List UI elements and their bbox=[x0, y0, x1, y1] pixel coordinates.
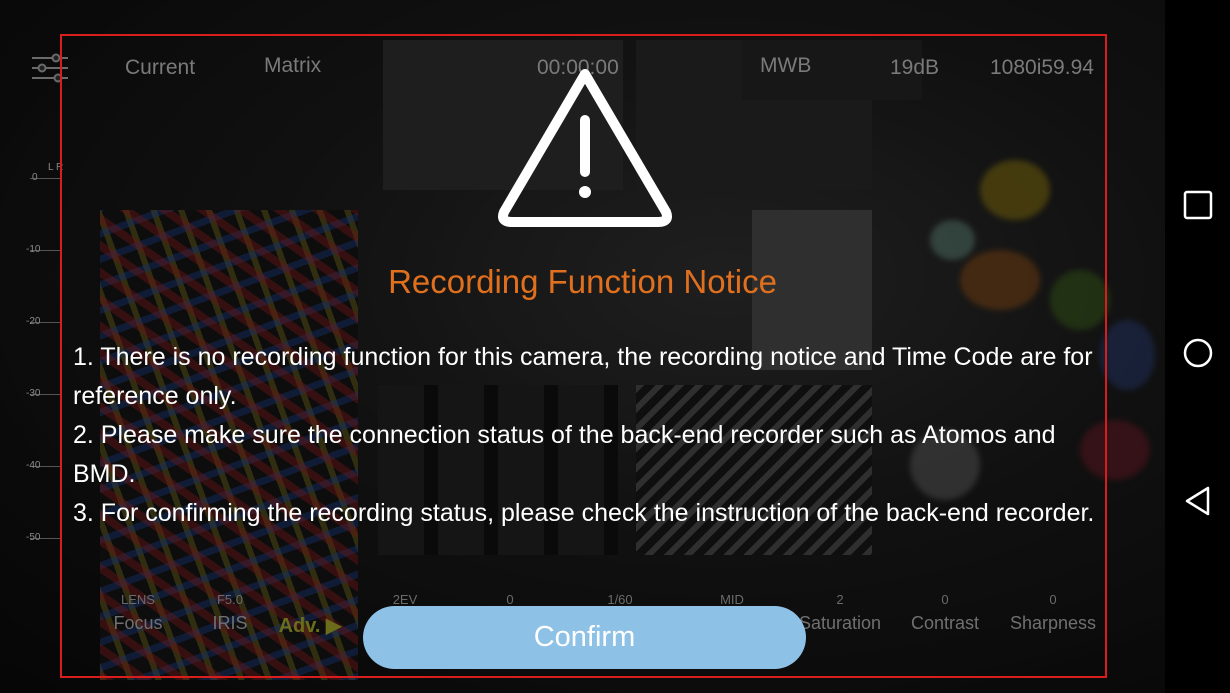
audio-meter: 0 -10 -20 -30 -40 -50 bbox=[8, 160, 60, 580]
notice-item-3: 3. For confirming the recording status, … bbox=[73, 499, 1095, 527]
dialog-body: 1. There is no recording function for th… bbox=[73, 338, 1103, 533]
meter-tick: -30 bbox=[26, 388, 41, 399]
meter-tick: -50 bbox=[26, 532, 41, 543]
meter-tick: 0 bbox=[32, 172, 38, 183]
meter-tick: -10 bbox=[26, 244, 41, 255]
system-nav-bar bbox=[1165, 0, 1230, 693]
warning-triangle-icon bbox=[498, 69, 672, 227]
square-icon[interactable] bbox=[1182, 189, 1214, 221]
triangle-back-icon[interactable] bbox=[1182, 485, 1214, 517]
meter-tick: -20 bbox=[26, 316, 41, 327]
dialog-title: Recording Function Notice bbox=[388, 263, 777, 300]
notice-item-1: 1. There is no recording function for th… bbox=[73, 343, 1093, 410]
confirm-button[interactable]: Confirm bbox=[363, 606, 806, 669]
notice-item-2: 2. Please make sure the connection statu… bbox=[73, 421, 1056, 488]
meter-tick: -40 bbox=[26, 460, 41, 471]
circle-icon[interactable] bbox=[1182, 337, 1214, 369]
